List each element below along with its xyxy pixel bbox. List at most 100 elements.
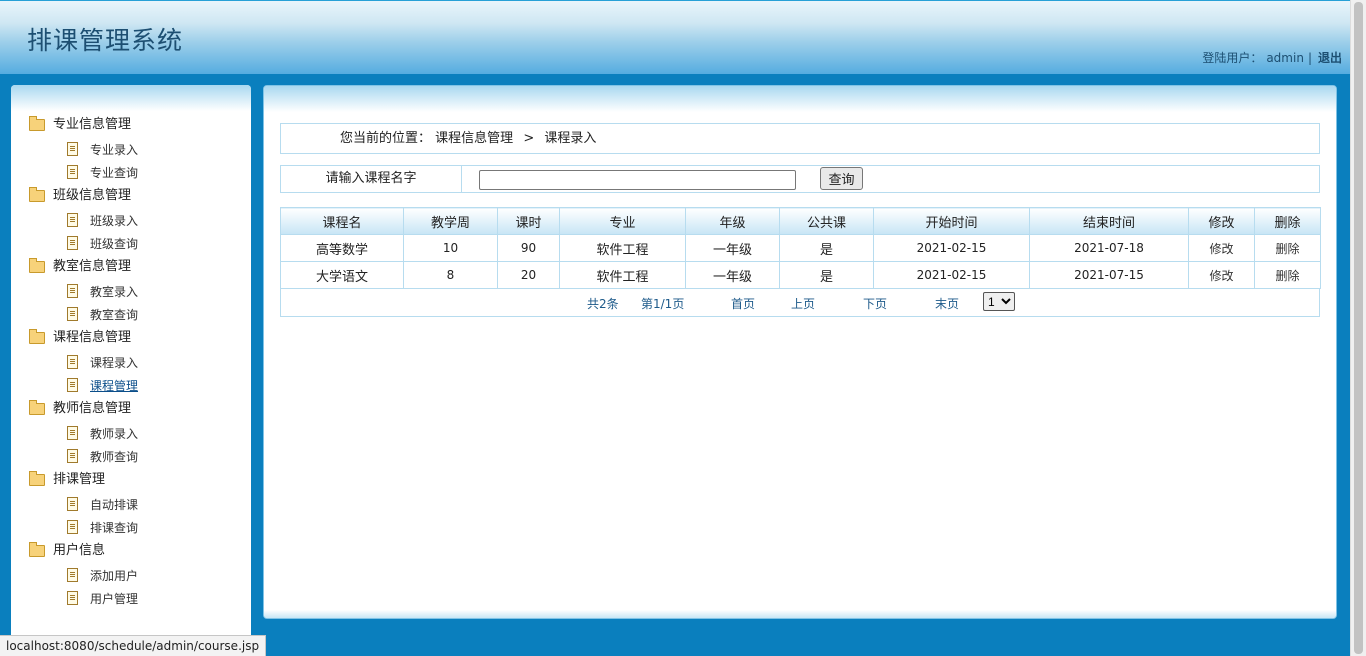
sidebar-item[interactable]: 课程录入 — [11, 353, 251, 376]
header-banner: 排课管理系统 登陆用户： admin | 退出 — [0, 0, 1350, 74]
folder-open-icon — [29, 329, 45, 344]
delete-link[interactable]: 删除 — [1275, 269, 1299, 283]
sidebar-group-6[interactable]: 用户信息 — [11, 541, 251, 566]
sidebar-group-2[interactable]: 教室信息管理 — [11, 257, 251, 282]
breadcrumb: 您当前的位置： 课程信息管理 > 课程录入 — [280, 123, 1320, 154]
cell-major: 软件工程 — [559, 234, 686, 262]
col-major: 专业 — [559, 207, 686, 235]
col-class-hours: 课时 — [497, 207, 560, 235]
folder-open-icon — [29, 542, 45, 557]
delete-link[interactable]: 删除 — [1275, 242, 1299, 256]
breadcrumb-level2: 课程录入 — [544, 131, 597, 146]
sidebar-group-5[interactable]: 排课管理 — [11, 470, 251, 495]
logout-link[interactable]: 退出 — [1318, 51, 1342, 65]
table-row: 高等数学 10 90 软件工程 一年级 是 2021-02-15 2021-07… — [280, 234, 1321, 262]
sidebar-item[interactable]: 专业录入 — [11, 140, 251, 163]
breadcrumb-separator: > — [523, 131, 535, 146]
sidebar-item-label[interactable]: 班级查询 — [90, 237, 138, 251]
sidebar-item[interactable]: 添加用户 — [11, 566, 251, 589]
sidebar-item-label[interactable]: 专业查询 — [90, 166, 138, 180]
document-icon — [67, 426, 78, 440]
sidebar-item-label[interactable]: 添加用户 — [90, 569, 138, 583]
table-row: 大学语文 8 20 软件工程 一年级 是 2021-02-15 2021-07-… — [280, 261, 1321, 289]
sidebar-item-label[interactable]: 教室查询 — [90, 308, 138, 322]
cell-grade: 一年级 — [685, 234, 780, 262]
document-icon — [67, 213, 78, 227]
sidebar-group-1[interactable]: 班级信息管理 — [11, 186, 251, 211]
sidebar-item[interactable]: 课程管理 — [11, 376, 251, 399]
page-select[interactable]: 1 — [983, 292, 1015, 311]
cell-major: 软件工程 — [559, 261, 686, 289]
search-button[interactable]: 查询 — [820, 167, 863, 190]
cell-teaching-weeks: 10 — [403, 234, 498, 262]
document-icon — [67, 142, 78, 156]
cell-start-time: 2021-02-15 — [873, 261, 1030, 289]
sidebar-item[interactable]: 教室录入 — [11, 282, 251, 305]
sidebar-group-4[interactable]: 教师信息管理 — [11, 399, 251, 424]
sidebar-item-label[interactable]: 班级录入 — [90, 214, 138, 228]
cell-class-hours: 90 — [497, 234, 560, 262]
sidebar-menu: 专业信息管理专业录入专业查询班级信息管理班级录入班级查询教室信息管理教室录入教室… — [11, 115, 251, 612]
col-teaching-weeks: 教学周 — [403, 207, 498, 235]
sidebar-group-0[interactable]: 专业信息管理 — [11, 115, 251, 140]
sidebar-item-label[interactable]: 自动排课 — [90, 498, 138, 512]
sidebar-item[interactable]: 用户管理 — [11, 589, 251, 612]
sidebar-item[interactable]: 排课查询 — [11, 518, 251, 541]
cell-public-course: 是 — [779, 261, 874, 289]
cell-course-name: 大学语文 — [280, 261, 404, 289]
sidebar-group-label: 班级信息管理 — [53, 188, 132, 203]
breadcrumb-level1: 课程信息管理 — [435, 131, 514, 146]
edit-link[interactable]: 修改 — [1209, 269, 1233, 283]
sidebar-group-label: 专业信息管理 — [53, 117, 132, 132]
cell-edit: 修改 — [1188, 261, 1255, 289]
cell-delete: 删除 — [1254, 261, 1321, 289]
sidebar-item[interactable]: 教师查询 — [11, 447, 251, 470]
scrollbar-thumb[interactable] — [1354, 2, 1363, 654]
course-name-input[interactable] — [479, 170, 796, 190]
document-icon — [67, 378, 78, 392]
sidebar-item[interactable]: 教师录入 — [11, 424, 251, 447]
sidebar-item-label[interactable]: 排课查询 — [90, 521, 138, 535]
cell-delete: 删除 — [1254, 234, 1321, 262]
sidebar-item[interactable]: 自动排课 — [11, 495, 251, 518]
folder-open-icon — [29, 258, 45, 273]
sidebar-item-label[interactable]: 专业录入 — [90, 143, 138, 157]
document-icon — [67, 307, 78, 321]
sidebar-item[interactable]: 专业查询 — [11, 163, 251, 186]
search-bar: 请输入课程名字 查询 — [280, 165, 1320, 193]
pager-next-link[interactable]: 下页 — [863, 295, 887, 312]
col-grade: 年级 — [685, 207, 780, 235]
sidebar-group-3[interactable]: 课程信息管理 — [11, 328, 251, 353]
sidebar-item-label[interactable]: 教师录入 — [90, 427, 138, 441]
app-title: 排课管理系统 — [27, 26, 184, 55]
sidebar-item[interactable]: 班级录入 — [11, 211, 251, 234]
cell-class-hours: 20 — [497, 261, 560, 289]
cell-course-name: 高等数学 — [280, 234, 404, 262]
folder-open-icon — [29, 187, 45, 202]
sidebar-group-label: 教室信息管理 — [53, 259, 132, 274]
col-course-name: 课程名 — [280, 207, 404, 235]
folder-open-icon — [29, 400, 45, 415]
sidebar-group-label: 教师信息管理 — [53, 401, 132, 416]
cell-end-time: 2021-07-18 — [1029, 234, 1189, 262]
pager-total: 共2条 — [587, 297, 619, 311]
document-icon — [67, 568, 78, 582]
sidebar-item-label[interactable]: 教师查询 — [90, 450, 138, 464]
col-public-course: 公共课 — [779, 207, 874, 235]
sidebar-item[interactable]: 班级查询 — [11, 234, 251, 257]
pager-first-link[interactable]: 首页 — [731, 295, 755, 312]
vertical-scrollbar[interactable] — [1350, 0, 1366, 656]
username: admin — [1266, 51, 1304, 65]
pager-last-link[interactable]: 末页 — [935, 295, 959, 312]
document-icon — [67, 236, 78, 250]
pager-prev-link[interactable]: 上页 — [791, 295, 815, 312]
sidebar-item-label[interactable]: 教室录入 — [90, 285, 138, 299]
cell-start-time: 2021-02-15 — [873, 234, 1030, 262]
sidebar-item-label[interactable]: 用户管理 — [90, 592, 138, 606]
cell-teaching-weeks: 8 — [403, 261, 498, 289]
sidebar-item[interactable]: 教室查询 — [11, 305, 251, 328]
document-icon — [67, 591, 78, 605]
edit-link[interactable]: 修改 — [1209, 242, 1233, 256]
sidebar-item-label[interactable]: 课程管理 — [90, 379, 138, 393]
sidebar-item-label[interactable]: 课程录入 — [90, 356, 138, 370]
